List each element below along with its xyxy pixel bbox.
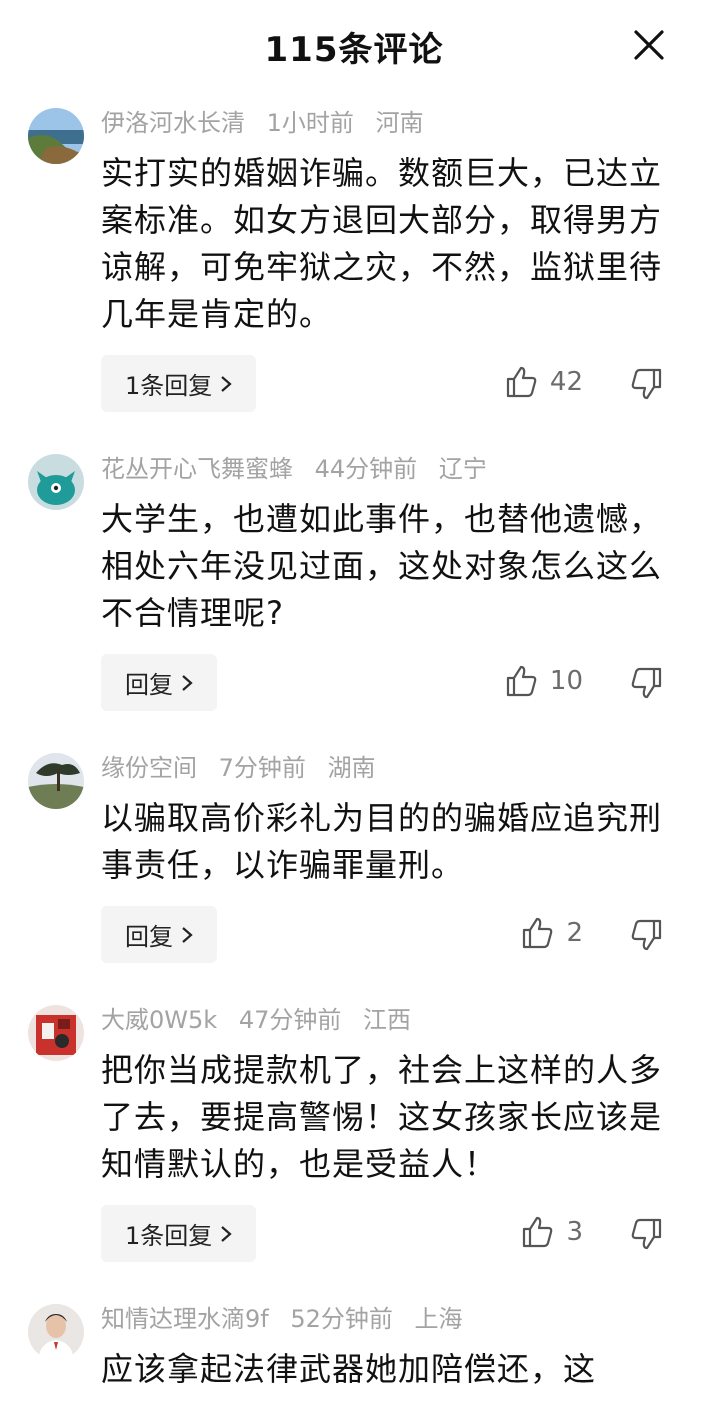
comment-location: 上海 [414,1305,463,1333]
comment-username[interactable]: 大威0W5k [101,1006,217,1034]
comment-location: 辽宁 [438,455,487,483]
like-button[interactable]: 42 [504,365,583,399]
like-count: 10 [549,666,583,696]
like-button[interactable]: 2 [520,916,583,950]
comment-meta: 花丛开心飞舞蜜蜂 44分钟前 辽宁 [101,452,668,486]
comment-location: 江西 [363,1006,411,1034]
person-avatar-icon[interactable] [28,1304,84,1360]
thumbs-down-icon [631,919,662,951]
reply-button[interactable]: 1条回复 [101,355,257,412]
comment-username[interactable]: 缘份空间 [101,754,197,782]
chevron-right-icon [221,375,232,392]
comment-text: 把你当成提款机了，社会上这样的人多了去，要提高警惕！这女孩家长应该是知情默认的，… [101,1051,663,1183]
comment-actions: 1条回复 42 [101,355,668,413]
comment-location: 河南 [375,109,424,137]
comment-time: 44分钟前 [314,455,418,483]
reply-label: 1条回复 [125,1222,213,1250]
comment-actions: 回复 10 [101,654,668,712]
thumbs-down-icon [631,667,662,699]
comment-item: 花丛开心飞舞蜜蜂 44分钟前 辽宁 大学生，也遭如此事件，也替他遗憾，相处六年没… [0,452,708,712]
comment-item: 缘份空间 7分钟前 湖南 以骗取高价彩礼为目的的骗婚应追究刑事责任，以诈骗罪量刑… [0,751,708,964]
comment-username[interactable]: 花丛开心飞舞蜜蜂 [101,455,293,483]
comment-text: 实打实的婚姻诈骗。数额巨大，已达立案标准。如女方退回大部分，取得男方谅解，可免牢… [101,154,663,333]
thumbs-up-icon [523,1216,553,1248]
comment-item: 知情达理水滴9f 52分钟前 上海 应该拿起法律武器她加陪偿还，这 [0,1302,708,1393]
comment-actions: 1条回复 3 [101,1205,668,1263]
chevron-right-icon [182,926,193,943]
red-photo-avatar-icon[interactable] [28,1005,84,1061]
comment-actions: 回复 2 [101,906,668,964]
comments-title: 115条评论 [264,29,444,70]
thumbs-up-icon [523,917,553,949]
reply-button[interactable]: 回复 [101,906,217,963]
comment-meta: 缘份空间 7分钟前 湖南 [101,751,668,785]
comment-time: 52分钟前 [290,1305,393,1333]
dislike-button[interactable] [630,918,664,956]
thumbs-up-icon [506,665,537,697]
comment-item: 大威0W5k 47分钟前 江西 把你当成提款机了，社会上这样的人多了去，要提高警… [0,1003,708,1263]
chevron-right-icon [221,1225,232,1242]
reply-label: 回复 [125,923,173,951]
reply-label: 回复 [125,671,173,699]
like-count: 2 [566,918,583,948]
like-button[interactable]: 10 [504,664,583,698]
comment-item: 伊洛河水长清 1小时前 河南 实打实的婚姻诈骗。数额巨大，已达立案标准。如女方退… [0,106,708,413]
thumbs-down-icon [631,1218,662,1250]
dislike-button[interactable] [630,666,664,704]
like-button[interactable]: 3 [520,1215,583,1249]
thumbs-down-icon [631,368,662,400]
comment-text: 以骗取高价彩礼为目的的骗婚应追究刑事责任，以诈骗罪量刑。 [101,799,663,884]
chevron-right-icon [182,674,193,691]
comment-meta: 知情达理水滴9f 52分钟前 上海 [101,1302,668,1336]
reply-button[interactable]: 回复 [101,654,217,711]
dislike-button[interactable] [630,1217,664,1255]
like-count: 3 [566,1217,583,1247]
comments-header: 115条评论 [0,0,708,92]
landscape-avatar-icon[interactable] [28,108,84,164]
tree-avatar-icon[interactable] [28,753,84,809]
comment-meta: 大威0W5k 47分钟前 江西 [101,1003,668,1037]
comment-meta: 伊洛河水长清 1小时前 河南 [101,106,668,140]
comment-location: 湖南 [327,754,376,782]
reply-button[interactable]: 1条回复 [101,1205,257,1262]
comment-time: 7分钟前 [218,754,306,782]
comment-time: 47分钟前 [238,1006,342,1034]
comment-text: 大学生，也遭如此事件，也替他遗憾，相处六年没见过面，这处对象怎么这么不合情理呢? [101,500,663,632]
comment-text: 应该拿起法律武器她加陪偿还，这 [101,1350,597,1388]
reply-label: 1条回复 [125,372,213,400]
like-count: 42 [549,367,583,397]
teal-creature-avatar-icon[interactable] [28,454,84,510]
comment-username[interactable]: 知情达理水滴9f [101,1305,269,1333]
close-icon[interactable] [632,28,666,62]
comment-username[interactable]: 伊洛河水长清 [101,109,245,137]
thumbs-up-icon [506,366,537,398]
dislike-button[interactable] [630,367,664,405]
comment-time: 1小时前 [266,109,354,137]
